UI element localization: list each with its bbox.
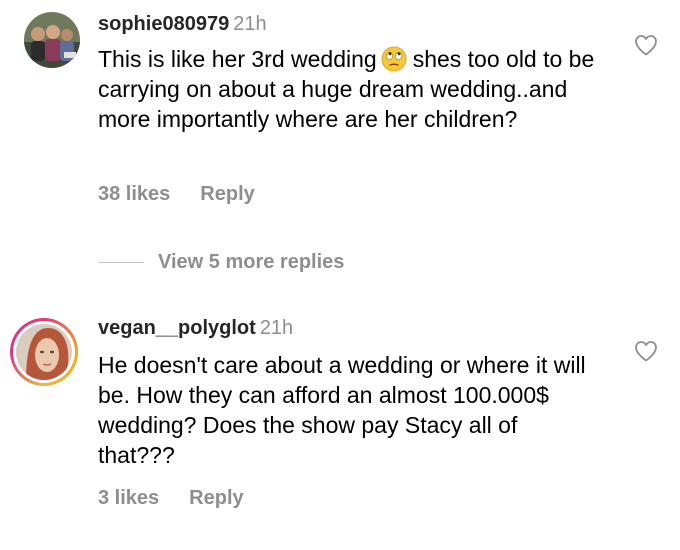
comment-header: vegan__polyglot 21h xyxy=(98,316,293,340)
comment-item: sophie080979 21h This is like her 3rd wed… xyxy=(0,0,680,230)
timestamp: 21h xyxy=(259,317,294,339)
avatar[interactable] xyxy=(10,318,78,386)
heart-outline-icon[interactable] xyxy=(634,34,658,56)
comment-actions: 38 likes Reply xyxy=(98,182,255,206)
username[interactable]: sophie080979 xyxy=(98,13,229,35)
reply-button[interactable]: Reply xyxy=(189,487,243,509)
comment-text-part1: This is like her 3rd wedding xyxy=(98,46,377,72)
avatar-photo xyxy=(16,324,72,380)
comment-text: This is like her 3rd wedding shes too ol… xyxy=(98,44,598,134)
avatar[interactable] xyxy=(24,12,80,68)
replies-divider-line xyxy=(98,261,144,263)
username[interactable]: vegan__polyglot xyxy=(98,317,256,339)
view-more-replies[interactable]: View 5 more replies xyxy=(98,250,344,274)
likes-count[interactable]: 3 likes xyxy=(98,487,159,509)
comment-actions: 3 likes Reply xyxy=(98,486,244,510)
heart-outline-icon[interactable] xyxy=(634,340,658,362)
comment-header: sophie080979 21h xyxy=(98,12,267,36)
avatar-photo xyxy=(24,12,80,68)
view-more-replies-label: View 5 more replies xyxy=(158,250,345,273)
comment-text: He doesn't care about a wedding or where… xyxy=(98,352,586,468)
face-with-rolling-eyes-emoji xyxy=(381,46,407,72)
timestamp: 21h xyxy=(233,13,267,35)
reply-button[interactable]: Reply xyxy=(200,183,254,205)
comment-item: vegan__polyglot 21h He doesn't care about… xyxy=(0,300,680,540)
likes-count[interactable]: 38 likes xyxy=(98,183,170,205)
